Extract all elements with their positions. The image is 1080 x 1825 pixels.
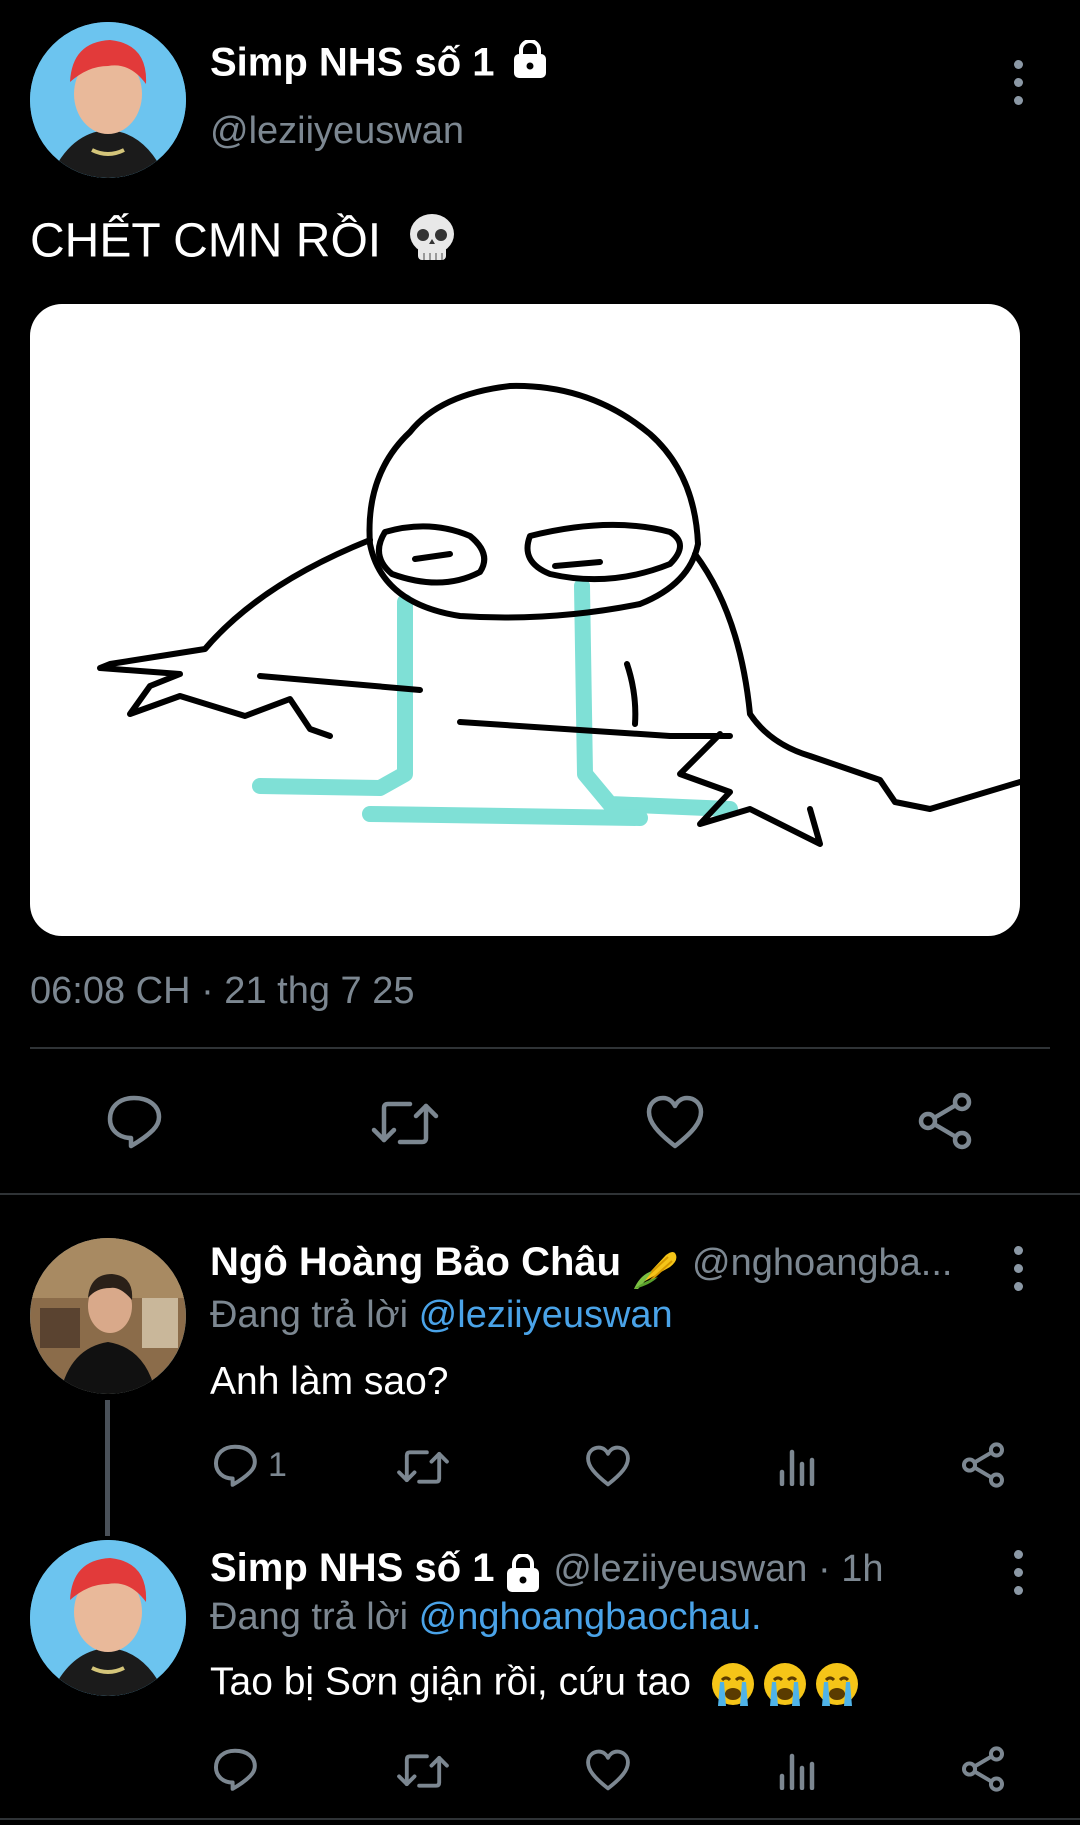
reply-count: 1 [268, 1445, 287, 1484]
section-divider [0, 1193, 1080, 1195]
analytics-icon[interactable] [776, 1446, 816, 1486]
tweet-text: CHẾT CMN RỒI [30, 210, 460, 278]
replying-to: Đang trả lời @leziiyeuswan [210, 1294, 673, 1336]
reply-icon[interactable] [212, 1746, 258, 1792]
avatar[interactable] [30, 1540, 186, 1696]
avatar[interactable] [30, 1238, 186, 1394]
reply-icon[interactable] [105, 1092, 163, 1150]
skull-emoji [404, 210, 460, 278]
analytics-icon[interactable] [776, 1750, 816, 1790]
handle[interactable]: @leziiyeuswan [210, 110, 464, 153]
crying-emoji [708, 1660, 862, 1708]
display-name[interactable]: Simp NHS số 1 [210, 39, 550, 90]
mention-link[interactable]: @leziiyeuswan [419, 1294, 673, 1336]
avatar[interactable] [30, 22, 186, 178]
retweet-icon[interactable] [370, 1096, 440, 1150]
tweet-image[interactable] [30, 304, 1020, 936]
reply-header[interactable]: Ngô Hoàng Bảo Châu @nghoangba... [210, 1240, 952, 1296]
reply-text: Tao bị Sơn giận rồi, cứu tao [210, 1660, 862, 1708]
display-name[interactable]: Simp NHS số 1 [210, 1546, 495, 1590]
thread-line [105, 1400, 110, 1536]
share-icon[interactable] [916, 1092, 974, 1150]
like-icon[interactable] [585, 1748, 631, 1792]
like-icon[interactable] [585, 1444, 631, 1488]
divider [30, 1047, 1050, 1049]
like-icon[interactable] [645, 1094, 705, 1150]
lock-icon [503, 1553, 543, 1599]
handle[interactable]: @leziiyeuswan · 1h [553, 1548, 883, 1590]
reply-header[interactable]: Simp NHS số 1 @leziiyeuswan · 1h [210, 1546, 883, 1599]
retweet-icon[interactable] [396, 1446, 450, 1488]
reply-icon[interactable]: 1 [212, 1442, 287, 1488]
display-name[interactable]: Ngô Hoàng Bảo Châu [210, 1240, 621, 1284]
more-options-icon[interactable] [1012, 60, 1024, 105]
timestamp[interactable]: 06:08 CH · 21 thg 7 25 [30, 970, 414, 1013]
mention-link[interactable]: @nghoangbaochau. [419, 1596, 762, 1638]
section-divider [0, 1818, 1080, 1820]
lock-icon [510, 39, 550, 90]
reply-text: Anh làm sao? [210, 1360, 449, 1403]
retweet-icon[interactable] [396, 1750, 450, 1792]
share-icon[interactable] [960, 1442, 1006, 1488]
corn-emoji [630, 1245, 680, 1296]
handle[interactable]: @nghoangba... [692, 1242, 952, 1284]
more-options-icon[interactable] [1012, 1246, 1024, 1291]
replying-to: Đang trả lời @nghoangbaochau. [210, 1596, 762, 1638]
share-icon[interactable] [960, 1746, 1006, 1792]
more-options-icon[interactable] [1012, 1550, 1024, 1595]
